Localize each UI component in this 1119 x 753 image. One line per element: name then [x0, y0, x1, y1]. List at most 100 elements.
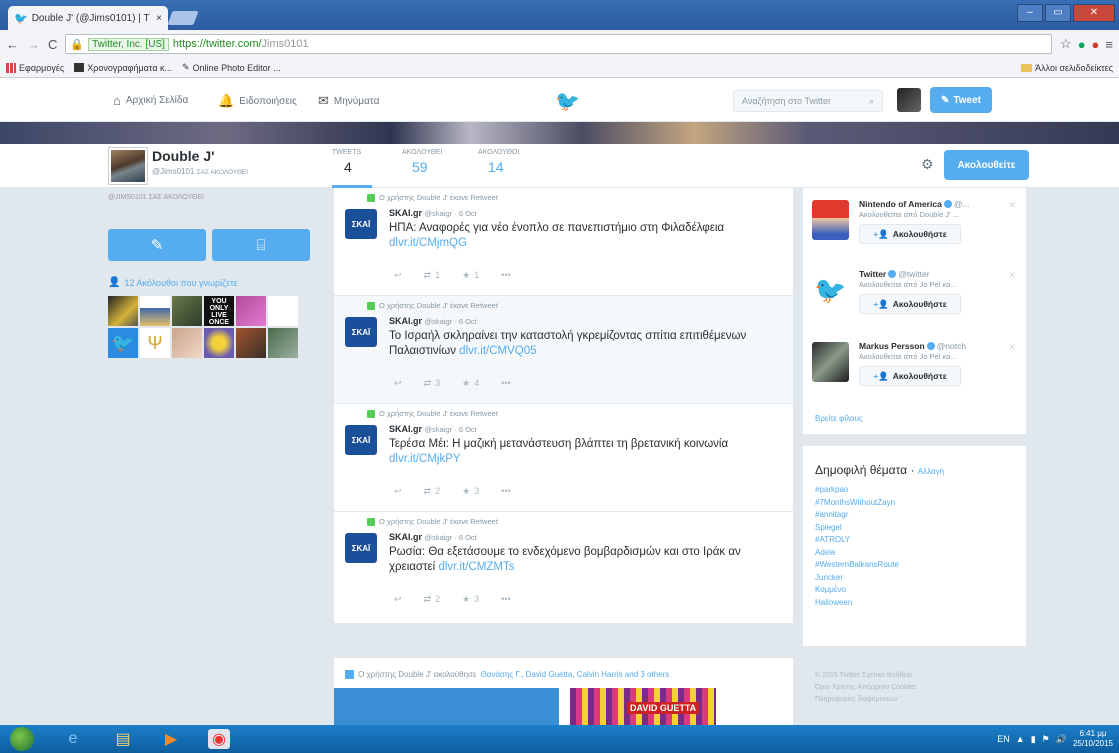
ev-certificate-badge[interactable]: Twitter, Inc. [US]: [88, 37, 169, 51]
like-action[interactable]: ★ 3: [462, 486, 479, 497]
browser-tab[interactable]: 🐦 Double J' (@Jims0101) | T ×: [8, 6, 168, 30]
follower-thumb[interactable]: [140, 296, 170, 326]
dismiss-icon[interactable]: ✕: [1008, 200, 1016, 211]
follower-thumb[interactable]: [236, 328, 266, 358]
reply-icon[interactable]: ↩: [394, 378, 402, 389]
nav-messages[interactable]: ✉ Μηνύματα: [318, 93, 379, 109]
retweet-action[interactable]: ⇄ 2: [424, 486, 441, 497]
tweet-link[interactable]: dlvr.it/CMVQ05: [459, 345, 536, 357]
bookmark-item[interactable]: ✎ Online Photo Editor ...: [182, 62, 281, 73]
reply-icon[interactable]: ↩: [394, 594, 402, 605]
star-bookmark-icon[interactable]: ☆: [1060, 36, 1072, 52]
twitter-logo-icon[interactable]: 🐦: [555, 89, 580, 114]
follower-thumb[interactable]: YOU ONLY LIVE ONCE: [204, 296, 234, 326]
reply-icon[interactable]: ↩: [394, 486, 402, 497]
trend-item[interactable]: Κομμένο: [815, 585, 1014, 594]
more-icon[interactable]: •••: [501, 270, 510, 281]
stat-following[interactable]: ΑΚΟΛΟΥΘΕΙ 59: [402, 149, 443, 175]
tweet[interactable]: Ο χρήστης Double J' έκανε Retweet ΣΚΑΪ S…: [334, 404, 793, 512]
bookmark-item[interactable]: Χρονογραφήματα κ...: [74, 63, 172, 73]
stat-followers[interactable]: ΑΚΟΛΟΥΘΟΙ 14: [478, 149, 519, 175]
account-avatar[interactable]: [897, 88, 921, 112]
tweet[interactable]: Ο χρήστης Double J' έκανε Retweet ΣΚΑΪ S…: [334, 188, 793, 296]
trend-item[interactable]: #7MonthsWithoutZayn: [815, 498, 1014, 507]
media-player-icon[interactable]: ▶: [160, 729, 182, 749]
trend-item[interactable]: #ATROLY: [815, 535, 1014, 544]
more-icon[interactable]: •••: [501, 594, 510, 605]
tab-close-icon[interactable]: ×: [156, 13, 162, 24]
volume-icon[interactable]: 🔊: [1056, 734, 1067, 745]
language-indicator[interactable]: EN: [997, 734, 1010, 744]
search-input[interactable]: Αναζήτηση στο Twitter ⌕: [733, 90, 883, 112]
follower-thumb[interactable]: [172, 328, 202, 358]
tweet-avatar[interactable]: ΣΚΑΪ: [345, 209, 377, 239]
tweet-link[interactable]: dlvr.it/CMZMTs: [438, 561, 514, 573]
tweet-avatar[interactable]: ΣΚΑΪ: [345, 425, 377, 455]
reload-icon[interactable]: C: [48, 37, 57, 52]
following-button[interactable]: Ακολουθείτε: [944, 150, 1029, 180]
like-action[interactable]: ★ 3: [462, 594, 479, 605]
trend-item[interactable]: Juncker: [815, 573, 1014, 582]
clock[interactable]: 6:41 μμ 25/10/2015: [1073, 729, 1113, 749]
profile-name[interactable]: Double J': [152, 148, 214, 164]
follow-button[interactable]: +👤 Ακολουθήστε: [859, 294, 961, 314]
menu-icon[interactable]: ≡: [1105, 37, 1113, 52]
dismiss-icon[interactable]: ✕: [1008, 270, 1016, 281]
follower-thumb[interactable]: [236, 296, 266, 326]
search-icon[interactable]: ⌕: [869, 96, 874, 107]
nav-home[interactable]: ⌂ Αρχική Σελίδα: [113, 93, 188, 108]
internet-explorer-icon[interactable]: e: [62, 729, 84, 749]
minimize-button[interactable]: –: [1017, 4, 1043, 22]
followers-you-know-link[interactable]: 👤 12 Ακόλουθοι που γνωρίζετε: [108, 277, 323, 288]
follower-thumb[interactable]: [172, 296, 202, 326]
follow-button[interactable]: +👤 Ακολουθήστε: [859, 366, 961, 386]
message-button[interactable]: ⌸: [212, 229, 310, 261]
wtf-avatar[interactable]: 🐦: [812, 270, 849, 310]
tweet[interactable]: Ο χρήστης Double J' έκανε Retweet ΣΚΑΪ S…: [334, 512, 793, 624]
tweet-author[interactable]: SKAI.gr: [389, 208, 422, 218]
tray-arrow-icon[interactable]: ▲: [1016, 734, 1025, 744]
follower-thumb[interactable]: [204, 328, 234, 358]
back-arrow-icon[interactable]: ←: [6, 37, 19, 52]
follower-thumb[interactable]: 🐦: [108, 328, 138, 358]
forward-arrow-icon[interactable]: →: [27, 37, 40, 52]
extension-red-icon[interactable]: ●: [1092, 37, 1100, 52]
followed-names-link[interactable]: Θανάσης Γ., David Guetta, Calvin Harris …: [481, 670, 670, 679]
more-icon[interactable]: •••: [501, 486, 510, 497]
wtf-avatar[interactable]: [812, 342, 849, 382]
footer-line[interactable]: © 2015 Twitter Σχετικά Βοήθεια: [815, 670, 1015, 682]
tweet-author[interactable]: SKAI.gr: [389, 316, 422, 326]
footer-line[interactable]: Όροι Χρήσης Απόρρητο Cookies: [815, 682, 1015, 694]
wtf-avatar[interactable]: [812, 200, 849, 240]
compose-tweet-button[interactable]: ✎ Tweet: [930, 87, 992, 113]
tweet-avatar[interactable]: ΣΚΑΪ: [345, 533, 377, 563]
trend-item[interactable]: Halloween: [815, 598, 1014, 607]
nav-notifications[interactable]: 🔔 Ειδοποιήσεις: [218, 93, 297, 109]
trend-item[interactable]: Adele: [815, 548, 1014, 557]
other-bookmarks[interactable]: Άλλοι σελιδοδείκτες: [1021, 63, 1113, 73]
tweet-link[interactable]: dlvr.it/CMjmQG: [389, 237, 467, 249]
follower-thumb[interactable]: [268, 296, 298, 326]
tweet-author[interactable]: SKAI.gr: [389, 532, 422, 542]
follower-thumb[interactable]: Ψ: [140, 328, 170, 358]
follow-button[interactable]: +👤 Ακολουθήστε: [859, 224, 961, 244]
like-action[interactable]: ★ 4: [462, 378, 479, 389]
extension-green-icon[interactable]: ●: [1078, 37, 1086, 52]
profile-avatar[interactable]: [109, 148, 147, 184]
find-friends-link[interactable]: Βρείτε φίλους: [815, 414, 863, 423]
follower-thumb[interactable]: [268, 328, 298, 358]
address-bar[interactable]: 🔒 Twitter, Inc. [US] https://twitter.com…: [65, 34, 1053, 54]
trend-item[interactable]: #annitagr: [815, 510, 1014, 519]
reply-icon[interactable]: ↩: [394, 270, 402, 281]
retweet-action[interactable]: ⇄ 1: [424, 270, 441, 281]
follower-thumb[interactable]: [108, 296, 138, 326]
stat-tweets[interactable]: TWEETS 4: [332, 149, 372, 188]
bookmark-apps[interactable]: Εφαρμογές: [6, 62, 64, 73]
like-action[interactable]: ★ 1: [462, 270, 479, 281]
file-explorer-icon[interactable]: ▤: [112, 729, 134, 749]
window-close-button[interactable]: ✕: [1073, 4, 1115, 22]
tweet-avatar[interactable]: ΣΚΑΪ: [345, 317, 377, 347]
trends-change-link[interactable]: Αλλαγή: [918, 467, 944, 476]
footer-line[interactable]: Πληροφορίες διαφημίσεων: [815, 694, 1015, 706]
trend-item[interactable]: Spiegel: [815, 523, 1014, 532]
